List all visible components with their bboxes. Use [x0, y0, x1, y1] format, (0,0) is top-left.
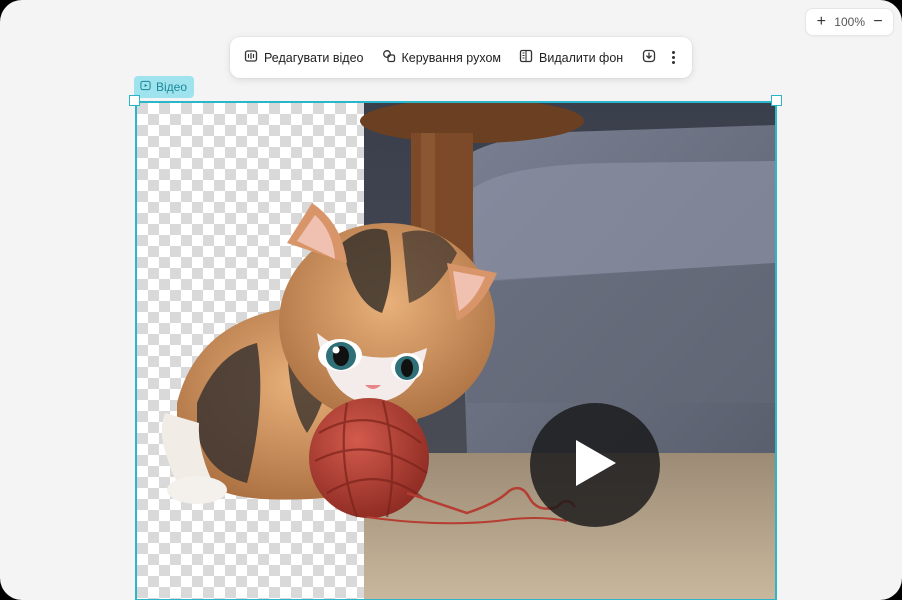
zoom-level: 100% [834, 15, 865, 29]
zoom-control: + 100% − [805, 8, 894, 36]
canvas: + 100% − Редагувати відео Керування рухо… [0, 0, 902, 600]
resize-handle-top-right[interactable] [771, 95, 782, 106]
edit-video-label: Редагувати відео [264, 50, 364, 65]
more-options-button[interactable] [669, 51, 677, 64]
zoom-out-button[interactable]: − [871, 14, 885, 30]
video-layer-tag[interactable]: Відео [134, 76, 195, 98]
video-frame[interactable] [135, 101, 777, 600]
video-tag-icon [140, 80, 151, 94]
more-vertical-icon [671, 51, 675, 54]
play-icon [572, 438, 618, 493]
play-button[interactable] [530, 403, 660, 527]
motion-control-label: Керування рухом [401, 50, 502, 65]
download-icon [642, 49, 656, 66]
zoom-in-button[interactable]: + [814, 14, 828, 30]
download-button[interactable] [641, 49, 657, 66]
floating-toolbar: Редагувати відео Керування рухом Видалит… [230, 37, 692, 78]
edit-video-button[interactable]: Редагувати відео [244, 49, 364, 66]
video-preview-image [137, 103, 775, 599]
remove-background-label: Видалити фон [539, 50, 624, 65]
remove-background-button[interactable]: Видалити фон [519, 49, 623, 66]
motion-icon [382, 49, 396, 66]
video-edit-icon [244, 49, 258, 66]
video-tag-label: Відео [156, 80, 188, 94]
resize-handle-top-left[interactable] [129, 95, 140, 106]
motion-control-button[interactable]: Керування рухом [382, 49, 502, 66]
remove-background-icon [519, 49, 533, 66]
